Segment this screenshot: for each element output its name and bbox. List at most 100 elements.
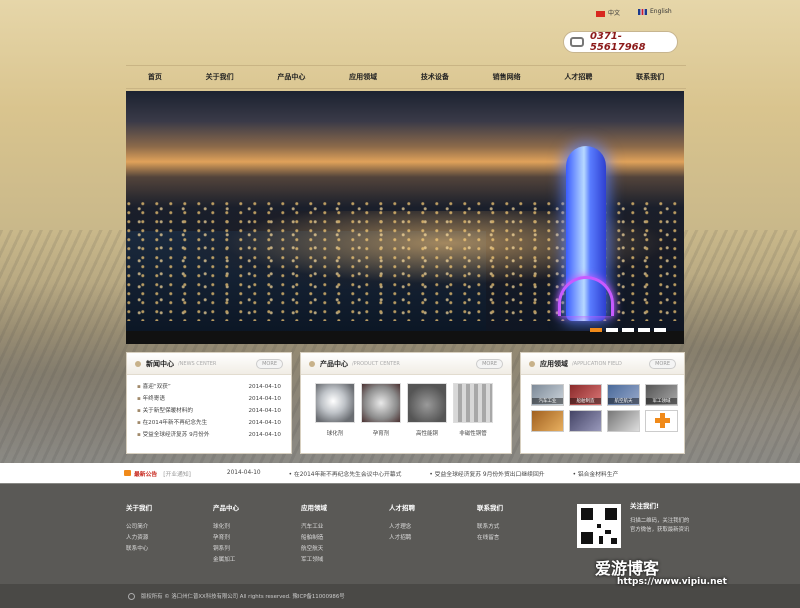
- footer-link[interactable]: 孕育剂: [213, 533, 239, 544]
- applications-panel: 应用领域 /APPLICATION FIELD MORE 汽车工业 船舶制造 航…: [520, 352, 685, 454]
- phone-number: 0371-55617968: [589, 31, 646, 53]
- slider-dot[interactable]: [590, 328, 602, 332]
- footer-link[interactable]: 汽车工业: [301, 522, 327, 533]
- main-nav: 首页 关于我们 产品中心 应用领域 技术设备 销售网络 人才招聘 联系我们: [126, 65, 686, 89]
- footer-link[interactable]: 在线留言: [477, 533, 503, 544]
- footer-col-about: 关于我们 公司简介 人力资源 联系中心: [126, 502, 152, 555]
- product-card[interactable]: 非磁性铜管: [453, 383, 493, 437]
- footer-link[interactable]: 人才理念: [389, 522, 415, 533]
- application-grid: 汽车工业 船舶制造 航空航天 军工领域: [521, 375, 684, 432]
- product-card[interactable]: 球化剂: [315, 383, 355, 437]
- nav-products[interactable]: 产品中心: [277, 72, 305, 82]
- news-item[interactable]: 喜迎“双获”2014-04-10: [127, 381, 291, 393]
- footer-link[interactable]: 铜系列: [213, 544, 239, 555]
- follow-text: 扫描二维码，关注我们的官方微信，获取最新资讯: [630, 518, 690, 533]
- footer-col-careers: 人才招聘 人才理念 人才招聘: [389, 502, 415, 544]
- news-item[interactable]: 在2014年新不再纪念先生2014-04-10: [127, 417, 291, 429]
- products-title: 产品中心: [320, 359, 348, 368]
- footer-col-title: 联系我们: [477, 504, 503, 512]
- nav-sales[interactable]: 销售网络: [493, 72, 521, 82]
- news-list: 喜迎“双获”2014-04-10 年终寄语2014-04-10 关于新型保暖材料…: [127, 375, 291, 441]
- footer-link[interactable]: 人才招聘: [389, 533, 415, 544]
- footer-col-title: 应用领域: [301, 504, 327, 512]
- follow-us: 关注我们! 扫描二维码，关注我们的官方微信，获取最新资讯: [630, 502, 690, 535]
- application-tile[interactable]: 船舶制造: [569, 384, 602, 406]
- applications-title-en: /APPLICATION FIELD: [572, 360, 622, 367]
- ticker-item[interactable]: 铝合金材料生产: [573, 469, 619, 478]
- news-panel: 新闻中心 /NEWS CENTER MORE 喜迎“双获”2014-04-10 …: [126, 352, 292, 454]
- footer-link[interactable]: 联系方式: [477, 522, 503, 533]
- footer-col-contact: 联系我们 联系方式 在线留言: [477, 502, 503, 544]
- application-tile[interactable]: 航空航天: [607, 384, 640, 406]
- product-list: 球化剂 孕育剂 高性能铜 非磁性铜管: [301, 375, 511, 437]
- nav-careers[interactable]: 人才招聘: [564, 72, 592, 82]
- lang-zh[interactable]: 中文: [596, 8, 620, 17]
- ticker-sub[interactable]: [开业通知]: [163, 469, 191, 478]
- language-switcher: 中文 English: [596, 8, 672, 17]
- footer-link[interactable]: 人力资源: [126, 533, 152, 544]
- news-title-en: /NEWS CENTER: [178, 360, 217, 367]
- slider-dots: [590, 328, 666, 332]
- watermark-logo: 爱游博客 https://www.vipiu.net: [595, 559, 727, 587]
- application-tile[interactable]: [531, 410, 564, 432]
- slider-dot[interactable]: [622, 328, 634, 332]
- footer-col-products: 产品中心 球化剂 孕育剂 铜系列 金属加工: [213, 502, 239, 566]
- footer-col-title: 关于我们: [126, 504, 152, 512]
- news-item[interactable]: 受益全球经济复苏 9月份外2014-04-10: [127, 429, 291, 441]
- footer-link[interactable]: 军工领域: [301, 555, 327, 566]
- application-tile[interactable]: 汽车工业: [531, 384, 564, 406]
- applications-title: 应用领域: [540, 359, 568, 368]
- footer-link[interactable]: 联系中心: [126, 544, 152, 555]
- footer-link[interactable]: 金属加工: [213, 555, 239, 566]
- application-tile[interactable]: [569, 410, 602, 432]
- news-title: 新闻中心: [146, 359, 174, 368]
- telephone-icon: [570, 37, 584, 47]
- ticker-label: 最新公告: [124, 469, 157, 478]
- nav-home[interactable]: 首页: [148, 72, 162, 82]
- news-item[interactable]: 关于新型保暖材料的2014-04-10: [127, 405, 291, 417]
- copyright-icon: [128, 592, 135, 600]
- ticker-item[interactable]: 受益全球经济复苏 9月份外贸出口继续回升: [429, 469, 545, 478]
- news-item[interactable]: 年终寄语2014-04-10: [127, 393, 291, 405]
- copyright-bar: 版权所有 © 洛口州仁普XX科技有限公司 All rights reserved…: [0, 584, 800, 608]
- application-tile[interactable]: [607, 410, 640, 432]
- product-card[interactable]: 孕育剂: [361, 383, 401, 437]
- announcement-ticker: 最新公告 [开业通知] 2014-04-10 在2014年新不再纪念先生会议中心…: [0, 463, 800, 483]
- slider-dot[interactable]: [638, 328, 650, 332]
- products-more-button[interactable]: MORE: [476, 358, 503, 369]
- products-panel: 产品中心 /PRODUCT CENTER MORE 球化剂 孕育剂 高性能铜 非…: [300, 352, 512, 454]
- nav-technology[interactable]: 技术设备: [421, 72, 449, 82]
- nav-contact[interactable]: 联系我们: [636, 72, 664, 82]
- product-image: [407, 383, 447, 423]
- applications-panel-header: 应用领域 /APPLICATION FIELD MORE: [521, 353, 684, 375]
- hero-banner[interactable]: [126, 91, 684, 344]
- nav-applications[interactable]: 应用领域: [349, 72, 377, 82]
- product-card[interactable]: 高性能铜: [407, 383, 447, 437]
- footer-link[interactable]: 公司简介: [126, 522, 152, 533]
- lang-en[interactable]: English: [638, 8, 672, 17]
- footer-link[interactable]: 船舶制造: [301, 533, 327, 544]
- footer-link[interactable]: 航空航天: [301, 544, 327, 555]
- footer-link[interactable]: 球化剂: [213, 522, 239, 533]
- product-image: [315, 383, 355, 423]
- ticker-date: 2014-04-10: [226, 470, 261, 476]
- slider-dot[interactable]: [606, 328, 618, 332]
- application-tile[interactable]: 军工领域: [645, 384, 678, 406]
- news-more-button[interactable]: MORE: [256, 358, 283, 369]
- copyright-text: 版权所有 © 洛口州仁普XX科技有限公司 All rights reserved…: [141, 594, 345, 600]
- uk-flag-icon: [638, 8, 648, 15]
- product-image: [453, 383, 493, 423]
- qr-code-icon: [577, 504, 621, 548]
- plus-icon: [655, 413, 670, 428]
- applications-more-button[interactable]: MORE: [649, 358, 676, 369]
- application-tile[interactable]: [645, 410, 678, 432]
- speaker-icon: [124, 470, 131, 476]
- slider-dot[interactable]: [654, 328, 666, 332]
- ticker-item[interactable]: 在2014年新不再纪念先生会议中心开幕式: [289, 469, 402, 478]
- follow-title: 关注我们!: [630, 502, 659, 510]
- bullet-icon: [529, 360, 535, 367]
- phone-badge: 0371-55617968: [563, 31, 678, 53]
- footer-col-title: 产品中心: [213, 504, 239, 512]
- nav-about[interactable]: 关于我们: [206, 72, 234, 82]
- bullet-icon: [135, 360, 141, 367]
